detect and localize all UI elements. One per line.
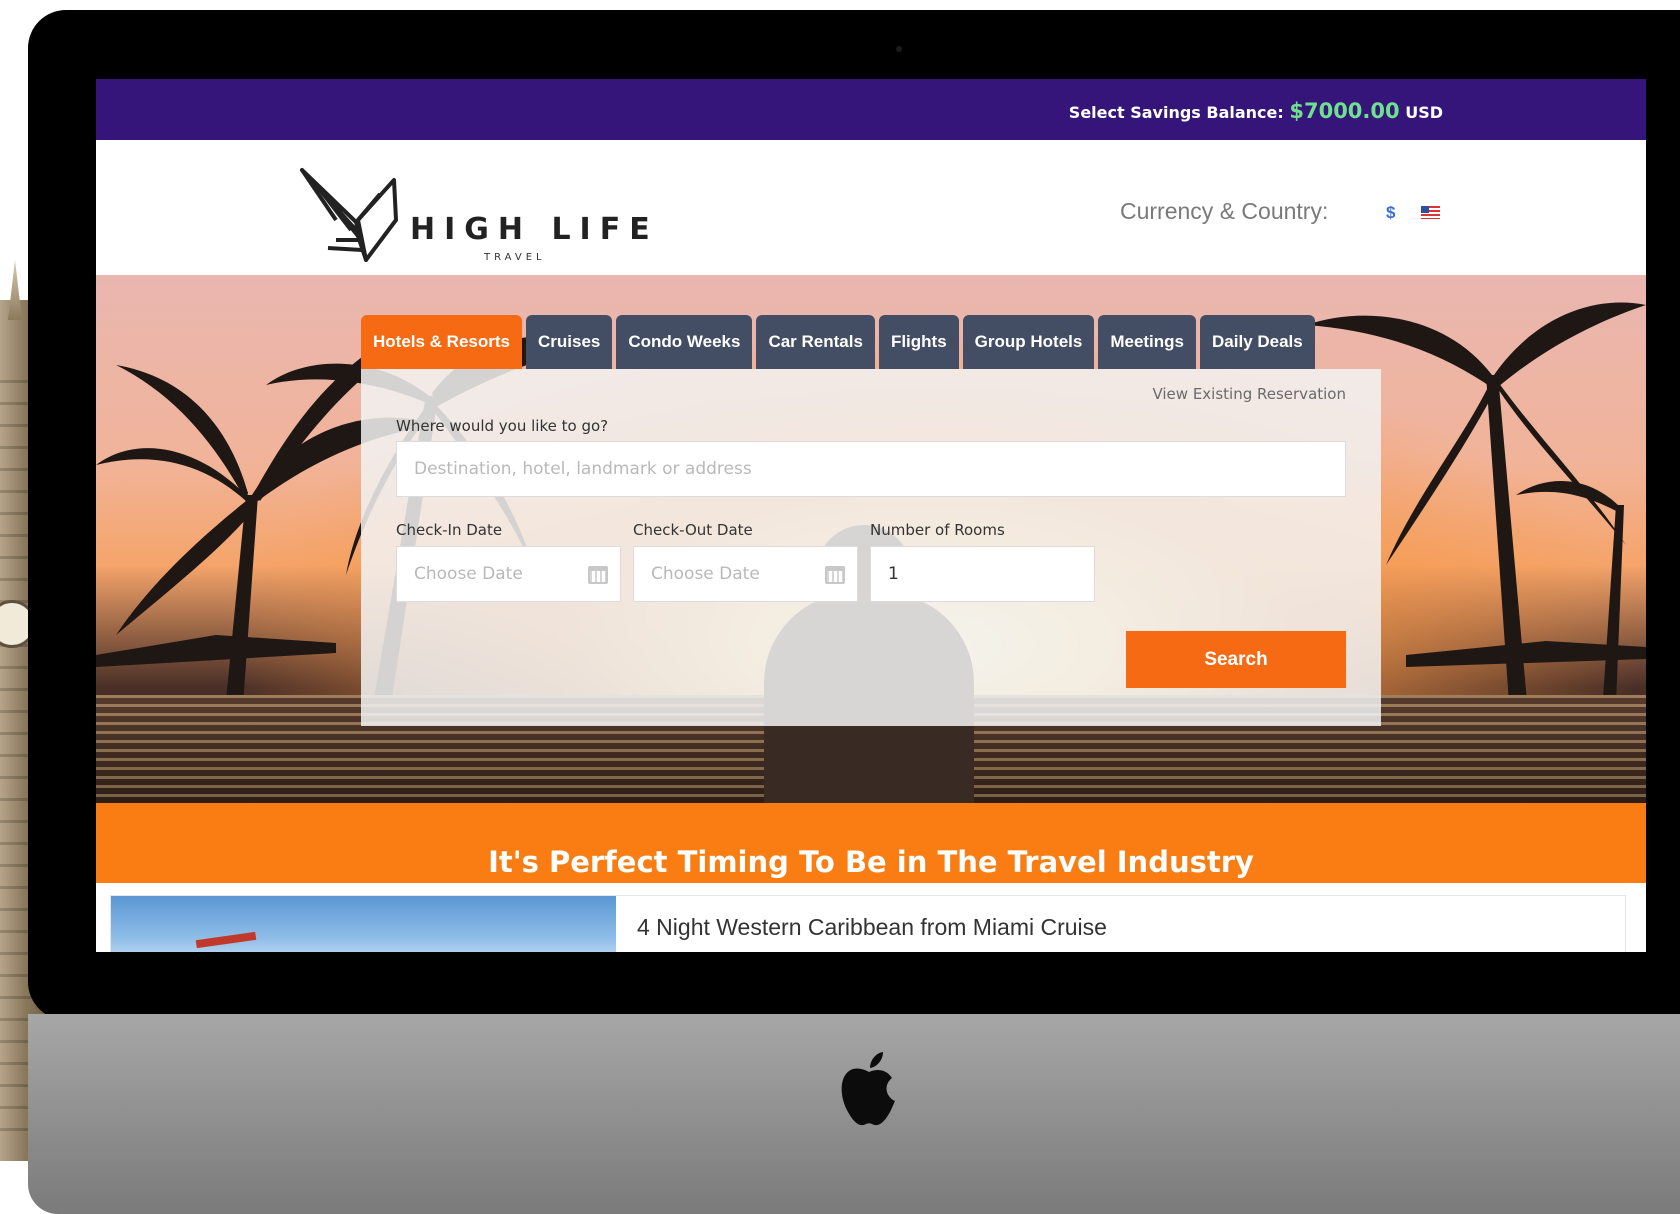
tab-condo-weeks[interactable]: Condo Weeks	[616, 315, 753, 369]
tab-hotels-resorts[interactable]: Hotels & Resorts	[361, 315, 522, 369]
booking-tabs: Hotels & Resorts Cruises Condo Weeks Car…	[361, 315, 1315, 369]
balance-label: Select Savings Balance:	[1068, 103, 1284, 122]
view-existing-reservation-link[interactable]: View Existing Reservation	[1152, 385, 1346, 403]
hotel-search-panel: View Existing Reservation Where would yo…	[361, 369, 1381, 726]
apple-logo-icon	[841, 1052, 895, 1126]
tab-daily-deals[interactable]: Daily Deals	[1200, 315, 1315, 369]
checkin-placeholder: Choose Date	[414, 564, 523, 584]
checkout-label: Check-Out Date	[633, 521, 753, 539]
rooms-label: Number of Rooms	[870, 521, 1005, 539]
promo-title: It's Perfect Timing To Be in The Travel …	[488, 845, 1254, 879]
cruise-listing-card[interactable]: 4 Night Western Caribbean from Miami Cru…	[110, 895, 1626, 952]
destination-label: Where would you like to go?	[396, 417, 609, 435]
checkin-date-input[interactable]: Choose Date	[396, 546, 621, 602]
cruise-ship-image[interactable]	[111, 896, 616, 952]
savings-balance: Select Savings Balance: $7000.00 USD	[1069, 99, 1443, 123]
listing-title[interactable]: 4 Night Western Caribbean from Miami Cru…	[637, 914, 1107, 941]
balance-currency: USD	[1405, 103, 1443, 122]
calendar-icon[interactable]	[825, 566, 845, 584]
rooms-value: 1	[888, 564, 899, 584]
promo-band: It's Perfect Timing To Be in The Travel …	[96, 803, 1646, 883]
tower-spire	[8, 260, 22, 320]
brand-tagline: TRAVEL	[484, 252, 546, 263]
tab-meetings[interactable]: Meetings	[1098, 315, 1197, 369]
brand-name: HIGH LIFE	[410, 212, 659, 247]
checkin-label: Check-In Date	[396, 521, 503, 539]
search-button[interactable]: Search	[1126, 631, 1346, 688]
tab-group-hotels[interactable]: Group Hotels	[962, 315, 1095, 369]
checkout-date-input[interactable]: Choose Date	[633, 546, 858, 602]
destination-input[interactable]: Destination, hotel, landmark or address	[396, 441, 1346, 497]
rooms-input[interactable]: 1	[870, 546, 1095, 602]
browser-viewport: Select Savings Balance: $7000.00 USD HIG…	[96, 79, 1646, 952]
camera-icon	[896, 46, 902, 52]
tab-car-rentals[interactable]: Car Rentals	[756, 315, 875, 369]
balance-amount: $7000.00	[1289, 99, 1400, 123]
calendar-icon[interactable]	[588, 566, 608, 584]
currency-country-label: Currency & Country:	[1120, 198, 1329, 224]
destination-placeholder: Destination, hotel, landmark or address	[414, 459, 752, 479]
checkout-placeholder: Choose Date	[651, 564, 760, 584]
us-flag-icon[interactable]	[1421, 206, 1440, 219]
savings-balance-bar: Select Savings Balance: $7000.00 USD	[96, 79, 1646, 140]
tab-flights[interactable]: Flights	[878, 315, 959, 369]
currency-dollar-selector[interactable]: $	[1386, 203, 1395, 223]
tab-cruises[interactable]: Cruises	[525, 315, 613, 369]
site-header: HIGH LIFE TRAVEL Currency & Country: $	[96, 140, 1646, 275]
